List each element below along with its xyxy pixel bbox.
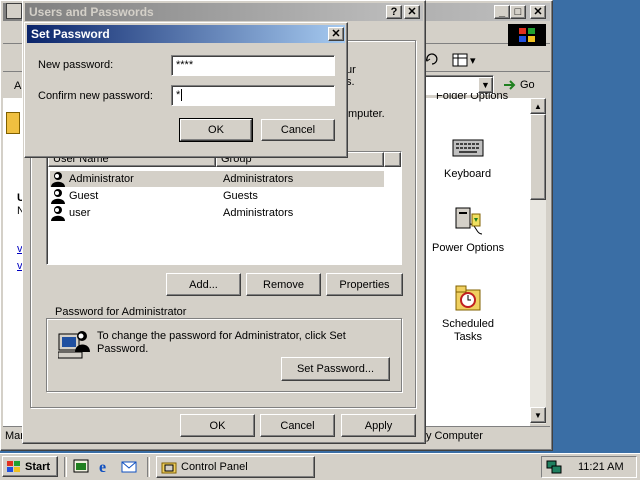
minimize-icon: _	[498, 6, 506, 18]
user-name: Guest	[69, 190, 99, 202]
windows-flag-icon	[7, 460, 20, 472]
address-label: A	[14, 80, 22, 92]
user-name: user	[69, 207, 91, 219]
set-password-button[interactable]: Set Password...	[281, 357, 390, 381]
go-arrow-icon	[504, 80, 516, 90]
control-panel-icon	[161, 462, 177, 474]
scroll-up-button[interactable]: ▲	[530, 98, 546, 114]
start-button[interactable]: Start	[2, 456, 58, 477]
partial-folder-options[interactable]: Folder Options	[436, 93, 508, 103]
folder-icon	[6, 112, 20, 134]
go-button[interactable]: Go	[503, 75, 543, 95]
computer-user-icon	[58, 331, 90, 359]
properties-button[interactable]: Properties	[326, 273, 403, 296]
user-icon	[51, 189, 65, 204]
maximize-button[interactable]: □	[510, 5, 526, 19]
user-name: Administrator	[69, 173, 134, 185]
status-right: y Computer	[426, 430, 483, 442]
close-icon: ✕	[533, 6, 543, 18]
users-apply-button[interactable]: Apply	[341, 414, 416, 437]
show-desktop-icon[interactable]	[73, 458, 89, 474]
user-group: Administrators	[223, 173, 294, 185]
help-button[interactable]: ?	[386, 5, 402, 19]
confirm-password-value: *	[176, 89, 181, 101]
password-instructions: To change the password for Administrator…	[97, 330, 346, 355]
set-password-cancel-button[interactable]: Cancel	[261, 119, 335, 141]
internet-explorer-icon[interactable]: e	[97, 458, 113, 474]
maximize-icon: □	[514, 6, 522, 18]
scroll-thumb[interactable]	[530, 114, 546, 200]
chevron-down-icon: ▾	[470, 54, 476, 67]
remove-user-button[interactable]: Remove	[246, 273, 321, 296]
users-dialog-titlebar[interactable]: Users and Passwords	[25, 3, 423, 21]
users-dialog-title: Users and Passwords	[29, 5, 154, 19]
user-icon	[51, 172, 65, 187]
set-password-titlebar[interactable]: Set Password	[27, 25, 345, 43]
quicklaunch-divider	[64, 457, 67, 477]
power-options-icon	[455, 207, 483, 235]
users-ok-button[interactable]: OK	[180, 414, 255, 437]
scroll-down-button[interactable]: ▼	[530, 407, 546, 423]
set-password-title: Set Password	[31, 27, 110, 41]
start-label: Start	[25, 460, 51, 473]
network-tray-icon[interactable]	[546, 459, 562, 475]
user-group: Guests	[223, 190, 258, 202]
partial-text-3: mputer.	[348, 108, 385, 120]
table-row[interactable]: user Administrators	[50, 205, 384, 221]
views-button[interactable]: ▾	[452, 50, 482, 70]
set-password-ok-button[interactable]: OK	[179, 118, 253, 142]
go-label: Go	[520, 79, 535, 91]
scroll-down-icon: ▼	[534, 410, 542, 420]
new-password-field[interactable]: ****	[171, 55, 335, 76]
close-icon: ✕	[407, 6, 417, 18]
scheduled-tasks-item[interactable]: Scheduled Tasks	[428, 282, 508, 344]
help-icon: ?	[390, 6, 398, 18]
password-group-label: Password for Administrator	[52, 306, 190, 318]
users-dialog-close-button[interactable]: ✕	[404, 5, 420, 19]
confirm-password-label: Confirm new password:	[38, 90, 153, 102]
scheduled-tasks-icon	[455, 285, 481, 311]
undo-icon[interactable]	[424, 52, 438, 66]
set-password-close-button[interactable]: ✕	[328, 27, 344, 41]
taskbar-task-label: Control Panel	[181, 461, 248, 473]
minimize-button[interactable]: _	[494, 5, 510, 19]
scheduled-tasks-label: Scheduled Tasks	[442, 318, 494, 343]
clock[interactable]: 11:21 AM	[578, 461, 624, 473]
new-password-value: ****	[176, 59, 194, 71]
users-cancel-button[interactable]: Cancel	[260, 414, 335, 437]
keyboard-label: Keyboard	[444, 168, 492, 180]
outlook-express-icon[interactable]	[121, 458, 137, 474]
users-rows: Administrator Administrators Guest Guest…	[48, 171, 400, 231]
power-options-label: Power Options	[432, 242, 505, 254]
user-icon	[51, 206, 65, 221]
table-row[interactable]: Administrator Administrators	[50, 171, 384, 187]
text-cursor	[181, 89, 183, 102]
confirm-password-field[interactable]: *	[171, 85, 335, 106]
new-password-label: New password:	[38, 59, 114, 71]
column-header-filler	[384, 152, 401, 167]
windows-logo-icon	[508, 24, 546, 46]
taskbar-control-panel-button[interactable]: Control Panel	[156, 456, 315, 478]
dialog-app-icon	[6, 3, 22, 19]
quicklaunch-divider-2	[147, 457, 150, 477]
close-icon: ✕	[331, 28, 341, 40]
table-row[interactable]: Guest Guests	[50, 188, 384, 204]
svg-text:e: e	[99, 459, 106, 474]
scroll-up-icon: ▲	[534, 101, 542, 111]
power-options-item[interactable]: Power Options	[428, 204, 508, 260]
keyboard-icon	[452, 139, 484, 157]
close-button[interactable]: ✕	[530, 5, 546, 19]
add-user-button[interactable]: Add...	[166, 273, 241, 296]
keyboard-item[interactable]: Keyboard	[428, 132, 508, 184]
address-dropdown-button[interactable]: ▼	[478, 77, 493, 93]
user-group: Administrators	[223, 207, 294, 219]
